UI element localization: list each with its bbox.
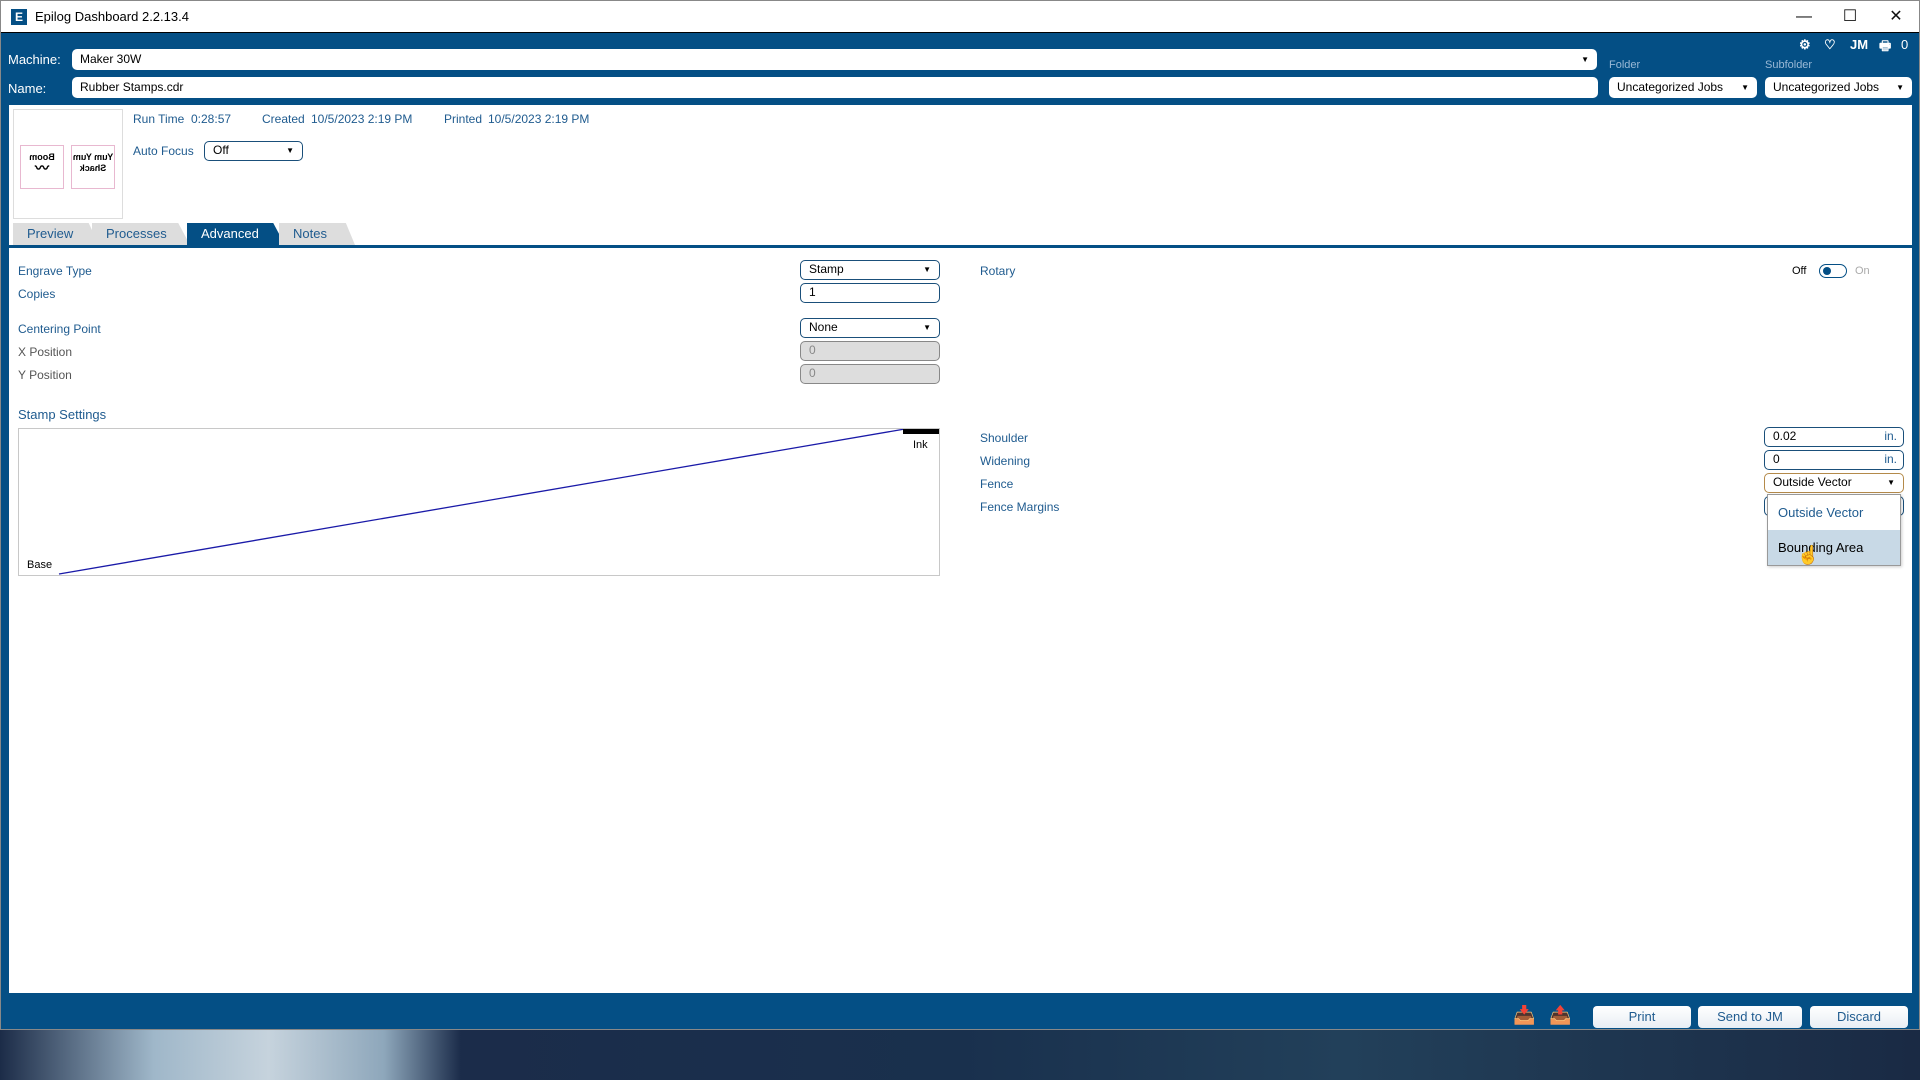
fence-select[interactable]: Outside Vector ▼ [1764, 473, 1904, 493]
tab-advanced[interactable]: Advanced [187, 223, 285, 245]
fence-option-bounding-area[interactable]: Bounding Area [1768, 530, 1900, 565]
centering-point-select[interactable]: None ▼ [800, 318, 940, 338]
widening-input[interactable]: 0 in. [1764, 450, 1904, 470]
close-button[interactable]: ✕ [1873, 1, 1919, 33]
chevron-down-icon: ▼ [286, 146, 294, 155]
queue-count: 0 [1901, 37, 1909, 52]
copies-label: Copies [18, 287, 56, 301]
created-label: Created [262, 112, 305, 126]
settings-icon[interactable]: ⚙ [1799, 37, 1811, 53]
machine-label: Machine: [8, 52, 61, 67]
name-input[interactable]: Rubber Stamps.cdr [72, 77, 1598, 98]
engrave-type-select[interactable]: Stamp ▼ [800, 260, 940, 280]
auto-focus-label: Auto Focus [133, 144, 194, 158]
title-bar: E Epilog Dashboard 2.2.13.4 — ☐ ✕ [1, 1, 1919, 33]
shoulder-value: 0.02 [1773, 429, 1797, 443]
epilog-logo-icon: E [11, 9, 27, 25]
subfolder-label: Subfolder [1765, 59, 1813, 71]
chevron-down-icon: ▼ [1741, 83, 1749, 92]
subfolder-select[interactable]: Uncategorized Jobs ▼ [1765, 77, 1912, 98]
folder-value: Uncategorized Jobs [1617, 80, 1724, 94]
name-label: Name: [8, 81, 47, 96]
fence-value: Outside Vector [1773, 475, 1852, 489]
taskbar-blurred [0, 1030, 1920, 1080]
tab-processes[interactable]: Processes [92, 223, 190, 245]
auto-focus-select[interactable]: Off ▼ [204, 141, 303, 161]
send-to-jm-button[interactable]: Send to JM [1698, 1006, 1802, 1028]
fence-dropdown-menu: Outside Vector Bounding Area [1767, 494, 1901, 566]
run-time-label: Run Time [133, 112, 185, 126]
x-position-input: 0 [800, 341, 940, 361]
engrave-type-label: Engrave Type [18, 264, 92, 278]
app-window: E Epilog Dashboard 2.2.13.4 — ☐ ✕ Machin… [0, 0, 1920, 1030]
shoulder-input[interactable]: 0.02 in. [1764, 427, 1904, 447]
tab-preview[interactable]: Preview [13, 223, 99, 245]
folder-select[interactable]: Uncategorized Jobs ▼ [1609, 77, 1757, 98]
engrave-type-value: Stamp [809, 262, 844, 276]
printer-icon[interactable]: 🖶 [1879, 37, 1891, 59]
printed-label: Printed [444, 112, 483, 126]
stamp-thumbnail-text: Yum Yum Shack [72, 152, 114, 173]
chevron-down-icon: ▼ [923, 323, 931, 332]
maximize-button[interactable]: ☐ [1827, 1, 1873, 33]
user-initials[interactable]: JM [1850, 37, 1868, 52]
stamp-thumbnail-yum[interactable]: Yum Yum Shack [71, 145, 115, 189]
hand-cursor-icon: ☝ [1797, 545, 1820, 565]
job-thumbnail-box: Boom 〰 Yum Yum Shack [13, 109, 123, 219]
shoulder-slope-line [58, 429, 906, 575]
rotary-label: Rotary [980, 264, 1016, 278]
stamp-profile-graph[interactable]: Base Ink [18, 428, 940, 576]
main-panel: Boom 〰 Yum Yum Shack Run Time 0:28:57 Cr… [9, 105, 1912, 993]
chevron-down-icon: ▼ [1887, 478, 1895, 487]
stamp-thumbnail-text: Boom [29, 152, 55, 162]
rotary-off-label: Off [1792, 265, 1807, 277]
shoulder-label: Shoulder [980, 431, 1029, 445]
minimize-button[interactable]: — [1781, 1, 1827, 33]
ink-surface-bar [903, 429, 939, 434]
folder-label: Folder [1609, 59, 1641, 71]
stamp-thumbnail-boom[interactable]: Boom 〰 [20, 145, 64, 189]
widening-unit: in. [1884, 452, 1897, 466]
x-position-label: X Position [18, 345, 73, 359]
auto-focus-value: Off [213, 143, 229, 157]
rotary-toggle[interactable] [1819, 264, 1847, 278]
shoulder-unit: in. [1884, 429, 1897, 443]
run-time-value: 0:28:57 [191, 112, 232, 126]
tab-underline [9, 245, 1912, 248]
chevron-down-icon: ▼ [1581, 55, 1589, 64]
fence-label: Fence [980, 477, 1014, 491]
centering-point-label: Centering Point [18, 322, 101, 336]
stamp-profile-svg [58, 429, 939, 575]
import-folder-icon[interactable]: 📥 [1513, 1005, 1535, 1026]
fence-option-outside-vector[interactable]: Outside Vector [1768, 495, 1900, 530]
centering-point-value: None [809, 320, 838, 334]
mustache-icon: 〰 [35, 160, 49, 176]
chevron-down-icon: ▼ [1896, 83, 1904, 92]
subfolder-value: Uncategorized Jobs [1773, 80, 1880, 94]
machine-select[interactable]: Maker 30W ▼ [72, 49, 1597, 70]
widening-label: Widening [980, 454, 1031, 468]
window-title: Epilog Dashboard 2.2.13.4 [35, 9, 189, 24]
activity-icon[interactable]: ♡ [1824, 37, 1836, 53]
y-position-input: 0 [800, 364, 940, 384]
stamp-settings-title: Stamp Settings [18, 407, 107, 422]
copies-input[interactable]: 1 [800, 283, 940, 303]
discard-button[interactable]: Discard [1810, 1006, 1908, 1028]
rotary-on-label: On [1855, 265, 1870, 277]
tab-notes[interactable]: Notes [279, 223, 355, 245]
graph-base-label: Base [27, 559, 53, 571]
created-value: 10/5/2023 2:19 PM [311, 112, 413, 126]
widening-value: 0 [1773, 452, 1780, 466]
print-button[interactable]: Print [1593, 1006, 1691, 1028]
printed-value: 10/5/2023 2:19 PM [488, 112, 590, 126]
y-position-label: Y Position [18, 368, 72, 382]
fence-margins-label: Fence Margins [980, 500, 1060, 514]
toggle-knob [1823, 267, 1831, 275]
graph-ink-label: Ink [913, 439, 928, 451]
export-folder-icon[interactable]: 📤 [1549, 1005, 1571, 1026]
chevron-down-icon: ▼ [923, 265, 931, 274]
machine-value: Maker 30W [80, 52, 142, 66]
